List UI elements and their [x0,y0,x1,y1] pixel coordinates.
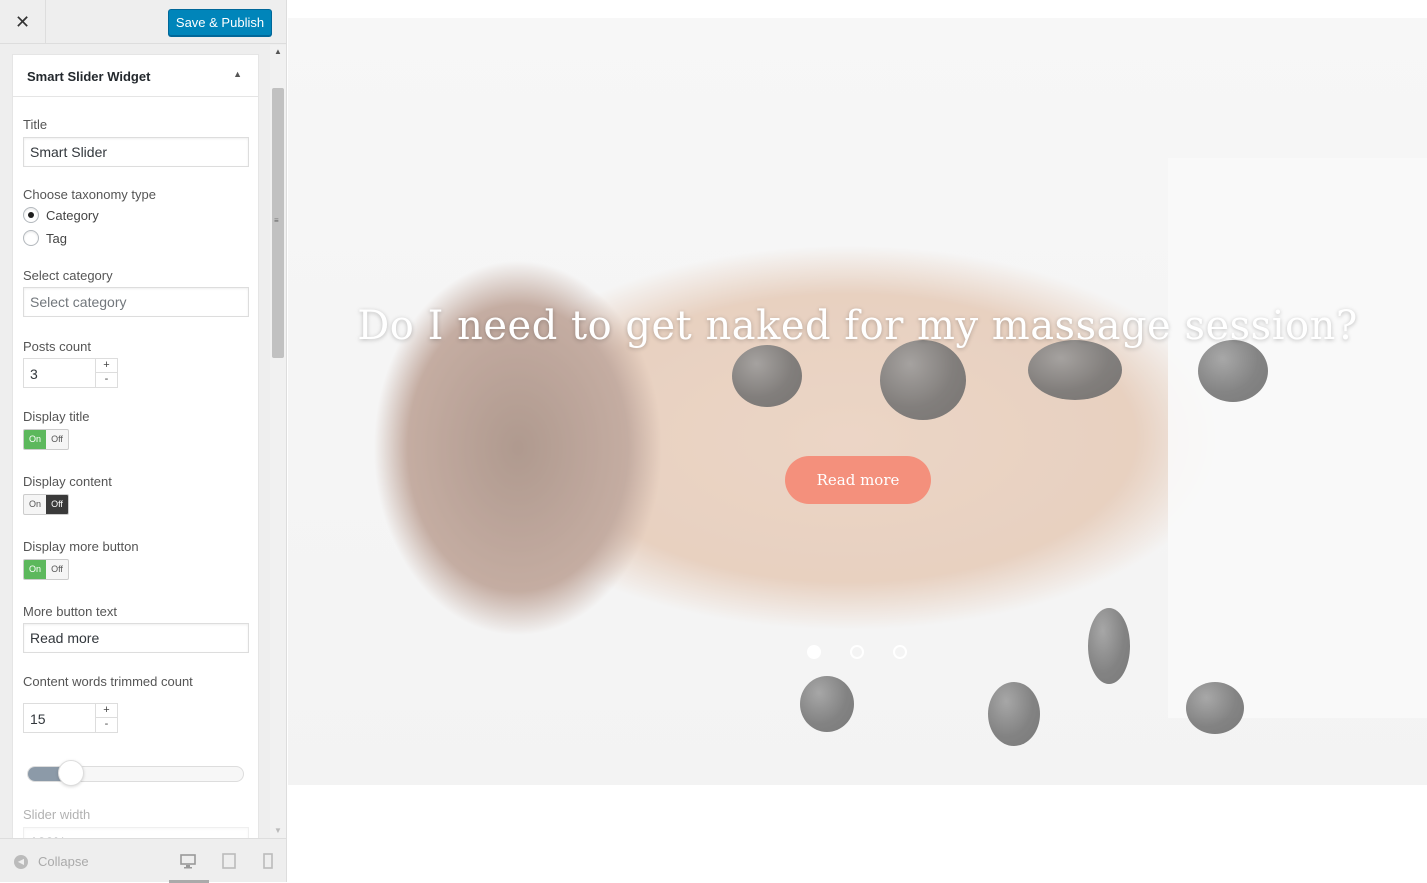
posts-count-value: 3 [30,366,38,382]
site-preview: Do I need to get naked for my massage se… [288,0,1427,882]
radio-tag[interactable]: Tag [23,230,67,246]
toggle-off[interactable]: Off [46,560,68,579]
slider-hero: Do I need to get naked for my massage se… [288,18,1427,785]
slider-width-input[interactable]: 100% [23,827,249,838]
sidebar-scrollbar[interactable]: ▲ ≡ ▼ [270,45,286,838]
display-title-toggle[interactable]: On Off [23,429,69,450]
customizer-panel: Smart Slider Widget ▲ Title Smart Slider… [0,45,286,838]
decrement-button[interactable]: - [96,718,117,732]
trim-count-label: Content words trimmed count [23,674,193,689]
widget-header[interactable]: Smart Slider Widget ▲ [13,55,258,97]
radio-unchecked-icon[interactable] [23,230,39,246]
scroll-up-icon[interactable]: ▲ [270,47,286,57]
customizer-header: ✕ Save & Publish [0,0,286,44]
toggle-off[interactable]: Off [46,495,68,514]
slider-dot[interactable] [807,645,821,659]
posts-count-stepper[interactable]: 3 + - [23,358,118,388]
title-label: Title [23,117,48,132]
collapse-icon: ◀ [14,854,28,869]
category-label: Select category [23,268,113,283]
increment-button[interactable]: + [96,359,117,373]
radio-checked-icon[interactable] [23,207,39,223]
scroll-down-icon[interactable]: ▼ [270,826,286,836]
trim-count-value: 15 [30,711,46,727]
slider-dot[interactable] [893,645,907,659]
radio-category-label: Category [46,207,99,223]
collapse-label: Collapse [38,854,89,869]
desktop-icon[interactable] [180,853,196,869]
display-title-label: Display title [23,409,90,424]
more-text-input[interactable]: Read more [23,623,249,653]
toggle-on[interactable]: On [24,560,46,579]
radio-tag-label: Tag [46,230,67,246]
taxonomy-label: Choose taxonomy type [23,187,156,202]
display-content-label: Display content [23,474,112,489]
category-select[interactable]: Select category [23,287,249,317]
title-input[interactable]: Smart Slider [23,137,249,167]
close-icon[interactable]: ✕ [0,0,46,44]
display-more-label: Display more button [23,539,139,554]
toggle-on[interactable]: On [24,430,46,449]
toggle-off[interactable]: Off [46,430,68,449]
caret-up-icon[interactable]: ▲ [233,69,242,79]
range-slider-handle[interactable] [58,760,84,786]
mobile-icon[interactable] [260,853,276,869]
slider-dot[interactable] [850,645,864,659]
decrement-button[interactable]: - [96,373,117,387]
stepper-buttons: + - [95,704,117,732]
customizer-footer: ◀ Collapse [0,838,286,883]
range-slider[interactable] [27,760,244,786]
slider-width-label: Slider width [23,807,91,822]
slide-title: Do I need to get naked for my massage se… [357,303,1358,349]
toggle-on[interactable]: On [24,495,46,514]
hero-overlay [288,18,1427,785]
display-more-toggle[interactable]: On Off [23,559,69,580]
more-text-label: More button text [23,604,117,619]
radio-category[interactable]: Category [23,207,99,223]
tablet-icon[interactable] [221,853,237,869]
posts-count-label: Posts count [23,339,91,354]
display-content-toggle[interactable]: On Off [23,494,69,515]
widget-title: Smart Slider Widget [27,69,151,84]
trim-count-stepper[interactable]: 15 + - [23,703,118,733]
stepper-buttons: + - [95,359,117,387]
collapse-button[interactable]: ◀ Collapse [14,854,89,869]
widget-panel: Smart Slider Widget ▲ Title Smart Slider… [12,54,259,838]
grip-icon: ≡ [274,216,279,225]
increment-button[interactable]: + [96,704,117,718]
customizer-sidebar: ✕ Save & Publish Smart Slider Widget ▲ T… [0,0,287,883]
read-more-button[interactable]: Read more [785,456,931,504]
save-publish-button[interactable]: Save & Publish [168,9,272,36]
